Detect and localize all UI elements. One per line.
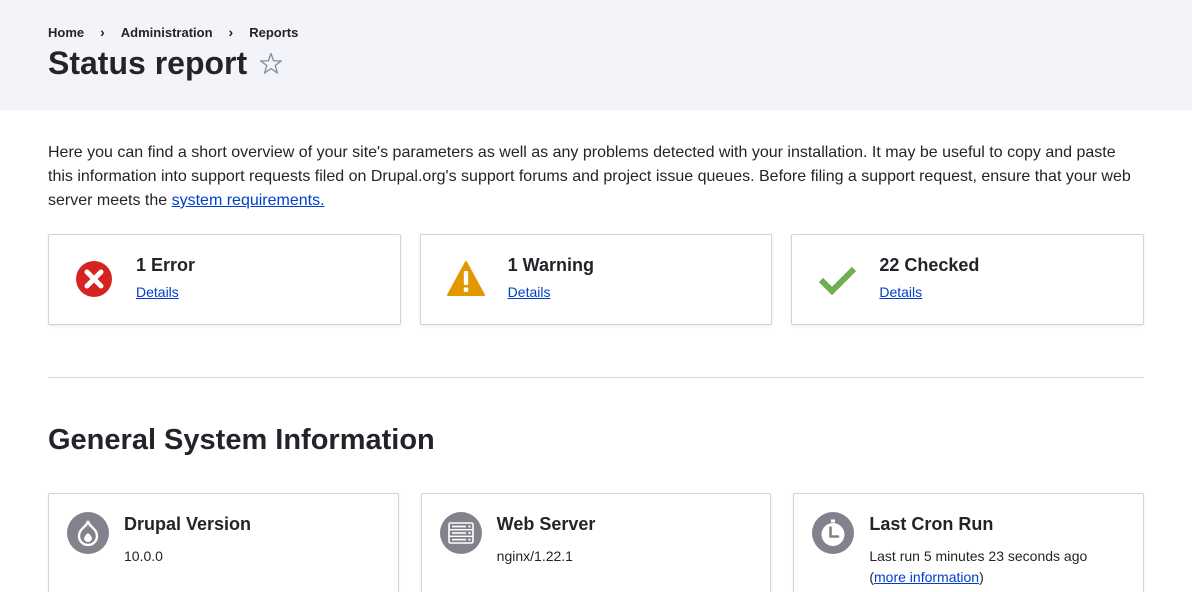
warning-icon [446,260,485,298]
checked-details-link[interactable]: Details [879,284,922,300]
error-details-link[interactable]: Details [136,284,179,300]
section-divider [48,377,1144,378]
web-server-value: nginx/1.22.1 [496,548,573,564]
drupal-icon [67,512,109,554]
breadcrumb-administration[interactable]: Administration [121,25,213,40]
breadcrumb-reports[interactable]: Reports [249,25,298,40]
warning-count: 1 Warning [507,255,595,275]
breadcrumb-separator: › [100,24,105,40]
error-icon [75,260,113,298]
status-summary: 1 Error Details 1 Warning Details 22 Che… [48,234,1145,325]
breadcrumb-home[interactable]: Home [48,25,84,40]
error-count: 1 Error [136,255,196,275]
clock-icon [812,512,855,554]
last-cron-run-heading: Last Cron Run [869,514,994,534]
web-server-heading: Web Server [496,514,596,534]
info-card-web-server: Web Server nginx/1.22.1 [420,493,772,592]
info-card-drupal-version: Drupal Version 10.0.0 [48,493,399,592]
status-card-error: 1 Error Details [48,234,401,325]
status-card-checked: 22 Checked Details [791,234,1145,325]
breadcrumb-separator: › [228,24,234,40]
cron-more-information-link[interactable]: more information [874,569,979,585]
check-icon [818,260,857,298]
last-cron-run-value: Last run 5 minutes 23 seconds ago (more i… [869,546,1109,588]
warning-details-link[interactable]: Details [508,284,551,300]
general-system-information-title: General System Information [48,424,435,456]
status-card-warning: 1 Warning Details [419,234,773,325]
checked-count: 22 Checked [879,255,980,275]
info-card-last-cron-run: Last Cron Run Last run 5 minutes 23 seco… [793,493,1145,592]
breadcrumb: Home › Administration › Reports [48,25,298,40]
intro-paragraph: Here you can find a short overview of yo… [48,141,1144,213]
page-header: Home › Administration › Reports Status r… [0,0,1192,110]
general-info-cards: Drupal Version 10.0.0 Web Server nginx/1… [48,493,1145,592]
title-row: Status report [48,45,284,82]
drupal-version-heading: Drupal Version [124,514,252,534]
drupal-version-value: 10.0.0 [124,548,163,564]
star-outline-icon[interactable] [258,51,284,77]
server-icon [439,512,482,554]
system-requirements-link[interactable]: system requirements. [172,192,325,209]
link-suffix: ) [979,569,984,585]
last-cron-run-text: Last run 5 minutes 23 seconds ago [869,548,1088,564]
page-title: Status report [48,45,248,81]
